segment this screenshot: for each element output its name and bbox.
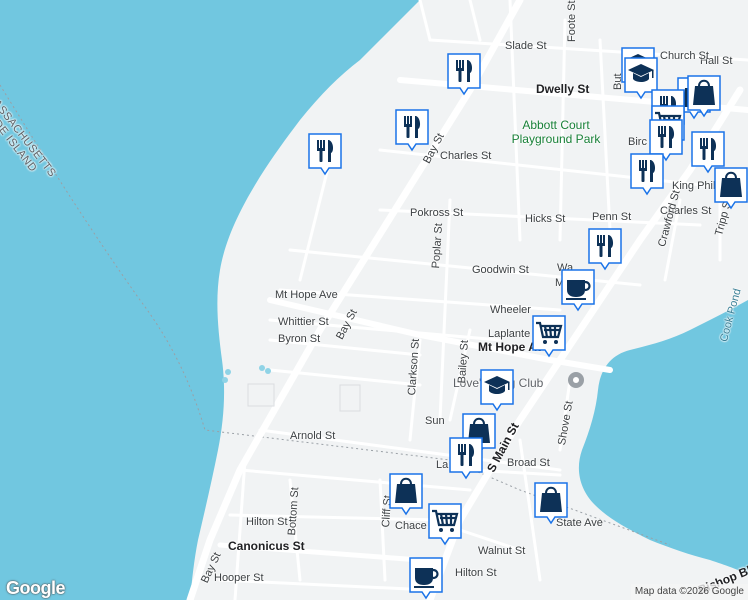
map-marker-restaurant[interactable]	[629, 152, 665, 196]
map-canvas[interactable]: MASSACHUSETTS RHODE ISLAND Abbott Court …	[0, 0, 748, 600]
map-marker-restaurant[interactable]	[394, 108, 430, 152]
street-label: Pokross St	[410, 207, 464, 219]
map-attribution[interactable]: Map data ©2026 Google	[630, 584, 748, 600]
street-label: Goodwin St	[472, 264, 529, 276]
street-label: Hicks St	[525, 213, 566, 225]
street-label: Broad St	[507, 457, 550, 469]
map-marker-restaurant[interactable]	[587, 227, 623, 271]
street-label: Mt Hope Ave	[275, 289, 338, 301]
street-label: Wheeler	[490, 304, 531, 316]
map-marker-restaurant[interactable]	[307, 132, 343, 176]
street-label: Church St	[660, 50, 709, 62]
map-marker-shop[interactable]	[388, 472, 424, 516]
street-label: Byron St	[278, 333, 321, 345]
street-label: Sun	[425, 415, 445, 427]
street-label: Dwelly St	[536, 82, 590, 96]
water-bay	[0, 0, 420, 600]
street-label: Walnut St	[478, 545, 526, 557]
street-label: Charles St	[440, 150, 492, 162]
street-label: La	[436, 459, 449, 471]
street-label: Canonicus St	[228, 539, 305, 553]
street-label: Laplante	[488, 328, 531, 340]
map-marker-school[interactable]	[479, 368, 515, 412]
map-marker-restaurant[interactable]	[446, 52, 482, 96]
map-marker-cafe[interactable]	[560, 268, 596, 312]
street-label: Penn St	[592, 211, 632, 223]
street-label: Hilton St	[246, 516, 288, 528]
map-marker-restaurant[interactable]	[448, 436, 484, 480]
google-logo: Google	[6, 578, 66, 598]
street-label: Slade St	[505, 40, 547, 52]
poi-pin-icon[interactable]	[568, 372, 584, 388]
map-marker-shop[interactable]	[533, 481, 569, 525]
street-label: Birc	[628, 136, 647, 148]
map-marker-shop[interactable]	[713, 166, 748, 210]
map-marker-cafe[interactable]	[408, 556, 444, 600]
street-label: Hilton St	[455, 567, 497, 579]
map-marker-grocery[interactable]	[427, 502, 463, 546]
street-label: Arnold St	[290, 430, 336, 442]
street-label: Foote St	[566, 0, 578, 42]
map-marker-grocery[interactable]	[531, 314, 567, 358]
map-marker-shop[interactable]	[686, 74, 722, 118]
street-label: Hooper St	[214, 572, 264, 584]
park-label[interactable]: Abbott Court Playground Park	[508, 118, 604, 146]
street-label: Chace	[395, 520, 427, 532]
street-label: Whittier St	[278, 316, 329, 328]
